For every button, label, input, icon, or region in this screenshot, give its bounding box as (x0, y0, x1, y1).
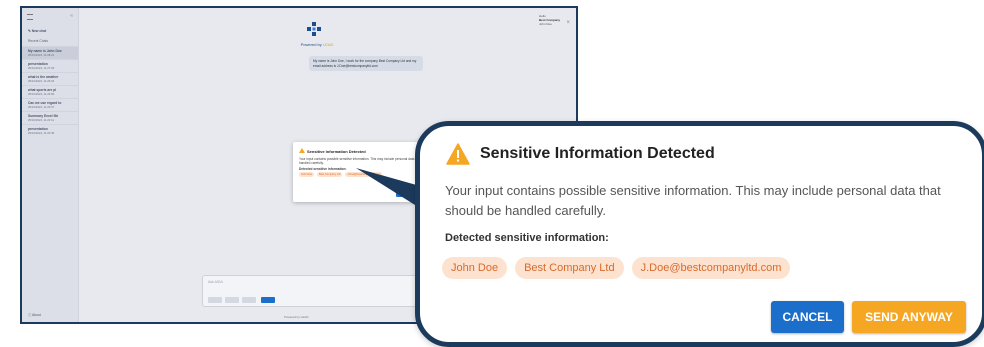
menu-icon[interactable] (27, 14, 33, 20)
attach-button[interactable] (208, 297, 222, 303)
chat-date: 25/10/2024, 11:23:37 (28, 105, 55, 109)
user-message: My name is John Doe, I work for the comp… (309, 56, 423, 71)
about-label: About (32, 313, 41, 317)
chat-list-item[interactable]: what is the weather 25/10/2024, 11:26:04 (22, 72, 78, 85)
app-logo-icon (307, 22, 321, 36)
cancel-button[interactable]: CANCEL (771, 301, 844, 333)
tool-button[interactable] (225, 297, 239, 303)
close-icon[interactable]: × (566, 20, 570, 26)
chat-list-item[interactable]: what sports are pl 25/10/2024, 11:24:50 (22, 85, 78, 98)
powered-by-brand: LEAD (322, 42, 334, 47)
send-anyway-button[interactable]: SEND ANYWAY (852, 301, 966, 333)
warning-icon (299, 148, 305, 153)
sensitive-chip-name: John Doe (442, 257, 508, 279)
sensitive-chip: J.Doe@bestcompanyltd.com (345, 172, 383, 177)
detected-info-label: Detected sensitive information: (445, 232, 609, 244)
user-info[interactable]: Hello Best Company John Doe (539, 14, 560, 26)
chat-date: 25/10/2024, 11:24:50 (28, 92, 55, 96)
collapse-icon[interactable]: « (70, 13, 73, 19)
chat-date: 25/10/2024, 11:26:04 (28, 79, 55, 83)
chat-list-item[interactable]: My name is John Doe 25/10/2024, 11:28:21 (22, 46, 78, 59)
tool-button[interactable] (242, 297, 256, 303)
sensitive-chip: Best Company Ltd (317, 172, 343, 177)
recent-chats-label: Recent Chats (28, 39, 48, 43)
mini-dialog-title: Sensitive Information Detected (307, 149, 366, 154)
sidebar: « ✎ New chat Recent Chats My name is Joh… (22, 8, 79, 322)
chat-date: 25/10/2024, 11:27:18 (28, 66, 55, 70)
send-button[interactable] (261, 297, 275, 303)
chat-input-placeholder: Ask AIDA (208, 280, 223, 284)
dialog-message: Your input contains possible sensitive i… (445, 183, 941, 218)
powered-by: Powered by LEAD (277, 42, 357, 47)
chat-list-item[interactable]: Summary Excel file 25/10/2024, 11:22:11 (22, 111, 78, 124)
chat-date: 25/10/2024, 11:22:11 (28, 118, 55, 122)
footer-text: Powered by LEAD (284, 315, 309, 319)
powered-by-label: Powered by (300, 42, 322, 47)
chat-date: 25/10/2024, 11:28:21 (28, 53, 55, 57)
about-link[interactable]: ⓘ About (28, 312, 41, 317)
sensitive-chip: John Doe (299, 172, 315, 177)
mini-cancel-button[interactable]: CANCEL (396, 192, 413, 197)
chat-list-item[interactable]: presentation 25/10/2024, 11:20:45 (22, 124, 78, 137)
mini-dialog-chips: John Doe Best Company Ltd J.Doe@bestcomp… (299, 172, 384, 177)
new-chat-label: New chat (31, 29, 47, 33)
warning-triangle-icon (446, 143, 470, 165)
sensitive-info-chips: John Doe Best Company Ltd J.Doe@bestcomp… (442, 257, 791, 279)
mini-dialog-detected-label: Detected sensitive information: (299, 167, 347, 171)
chat-list-item[interactable]: presentation 25/10/2024, 11:27:18 (22, 59, 78, 72)
sensitive-info-dialog: Sensitive Information Detected Your inpu… (415, 121, 984, 347)
new-chat-button[interactable]: ✎ New chat (22, 26, 78, 36)
user-name: John Doe (538, 22, 552, 26)
chat-date: 25/10/2024, 11:20:45 (28, 131, 55, 135)
sensitive-chip-company: Best Company Ltd (515, 257, 624, 279)
sensitive-chip-email: J.Doe@bestcompanyltd.com (631, 257, 791, 279)
dialog-title: Sensitive Information Detected (480, 145, 715, 162)
chat-list-item[interactable]: Can we use regard to 25/10/2024, 11:23:3… (22, 98, 78, 111)
